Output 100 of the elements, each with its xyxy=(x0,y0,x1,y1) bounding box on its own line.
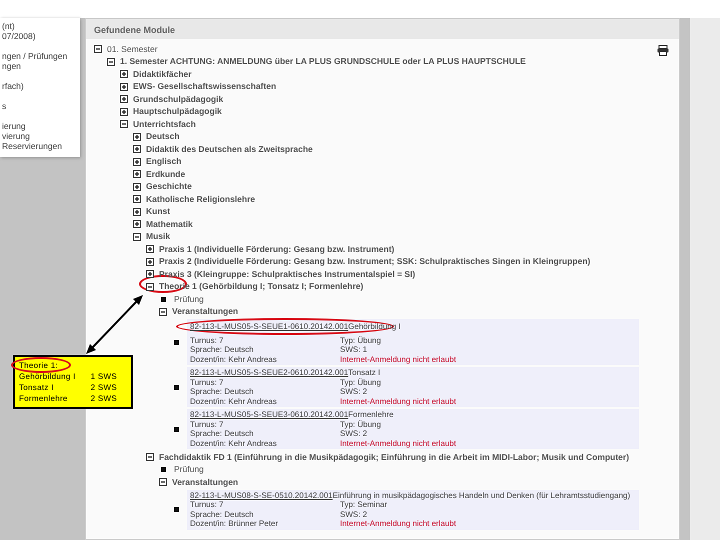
course-sprache: Sprache: Deutsch xyxy=(190,429,255,438)
sidebar-link[interactable]: rfach) xyxy=(2,81,80,91)
note-label: Tonsatz I xyxy=(19,382,54,393)
tree-node[interactable]: Veranstaltungen xyxy=(172,476,238,489)
collapse-icon[interactable] xyxy=(107,58,115,66)
tree-node[interactable]: Prüfung xyxy=(174,292,204,306)
sidebar-link[interactable]: (nt) xyxy=(2,21,80,31)
tree-node[interactable]: Hauptschulpädagogik xyxy=(133,105,222,118)
course-typ: Typ: Übung xyxy=(340,336,382,345)
course-turnus: Turnus: 7 xyxy=(190,420,224,429)
note-value: 2 SWS xyxy=(90,393,117,404)
collapse-icon[interactable] xyxy=(159,478,167,486)
collapse-icon[interactable] xyxy=(120,120,128,128)
course-status: Internet-Anmeldung nicht erlaubt xyxy=(340,438,458,448)
expand-icon[interactable] xyxy=(120,70,128,78)
course-status: Internet-Anmeldung nicht erlaubt xyxy=(340,519,458,528)
course-dozent: Dozent/in: Kehr Andreas xyxy=(190,438,278,448)
collapse-icon[interactable] xyxy=(159,308,167,316)
course-typ: Typ: Übung xyxy=(340,420,382,429)
expand-icon[interactable] xyxy=(146,258,154,266)
tree-node[interactable]: Praxis 1 (Individuelle Förderung: Gesang bzw. Instrument) xyxy=(159,242,394,256)
course-sws: SWS: 2 xyxy=(340,387,368,396)
tree-node[interactable]: Katholische Religionslehre xyxy=(146,192,256,206)
course-dozent: Dozent/in: Kehr Andreas xyxy=(190,396,278,406)
note-label: Gehörbildung I xyxy=(19,371,76,382)
note-label: Theorie 1: xyxy=(19,360,58,371)
tree-node[interactable]: Deutsch xyxy=(146,130,180,144)
course-status: Internet-Anmeldung nicht erlaubt xyxy=(340,396,458,406)
course-title: Tonsatz I xyxy=(348,368,380,378)
tree-node[interactable]: Fachdidaktik FD 1 (Einführung in die Musikpädagogik; Einführung in die Arbeit im MIDI-Labor; Musik und Computer) xyxy=(159,450,630,464)
expand-icon[interactable] xyxy=(120,82,128,91)
panel-title: Gefundene Module xyxy=(86,19,679,39)
sidebar-link[interactable]: s xyxy=(2,101,80,111)
sidebar-link[interactable]: ierung xyxy=(2,121,80,131)
collapse-icon[interactable] xyxy=(94,45,102,54)
course-sws: SWS: 1 xyxy=(340,345,368,354)
tree-node[interactable]: Prüfung xyxy=(174,463,204,476)
course-turnus: Turnus: 7 xyxy=(190,336,224,345)
course-sws: SWS: 2 xyxy=(340,429,368,438)
tree-node[interactable]: Kunst xyxy=(146,205,170,218)
expand-icon[interactable] xyxy=(133,195,141,204)
tree-node[interactable]: Veranstaltungen xyxy=(172,305,238,318)
course-sws: SWS: 2 xyxy=(340,510,368,519)
expand-icon[interactable] xyxy=(133,182,141,191)
tree-node[interactable]: Musik xyxy=(146,230,170,244)
bullet-icon xyxy=(174,340,179,344)
bullet-icon xyxy=(174,507,179,512)
tree-node[interactable]: Englisch xyxy=(146,155,182,168)
course-status: Internet-Anmeldung nicht erlaubt xyxy=(340,354,458,364)
tree-node[interactable]: Geschichte xyxy=(146,180,192,194)
tree-node[interactable]: 01. Semester xyxy=(107,42,158,56)
collapse-icon[interactable] xyxy=(133,232,141,241)
tree-node[interactable]: Erdkunde xyxy=(146,168,186,181)
course-dozent: Dozent/in: Brünner Peter xyxy=(190,519,280,528)
expand-icon[interactable] xyxy=(133,220,141,228)
course-link[interactable]: 82-113-L-MUS08-S-SE-0510.20142.001 xyxy=(190,490,333,500)
course-link[interactable]: 82-113-L-MUS05-S-SEUE3-0610.20142.001 xyxy=(190,410,348,420)
sidebar-link[interactable]: ngen xyxy=(2,61,80,71)
tree-node[interactable]: Didaktikfächer xyxy=(133,68,192,81)
course-turnus: Turnus: 7 xyxy=(190,378,224,387)
tree-node[interactable]: 1. Semester ACHTUNG: ANMELDUNG über LA PLUS GRUNDSCHULE oder LA PLUS HAUPTSCHULE xyxy=(120,55,526,68)
bullet-icon xyxy=(161,296,166,302)
sidebar-link[interactable]: vierung xyxy=(2,131,80,141)
sidebar-link[interactable]: Reservierungen xyxy=(2,141,80,151)
course-typ: Typ: Seminar xyxy=(340,500,388,510)
printer-icon[interactable] xyxy=(657,45,669,56)
expand-icon[interactable] xyxy=(146,245,154,254)
tree-node[interactable]: EWS- Gesellschaftswissenschaften xyxy=(133,80,276,94)
course-title: Formenlehre xyxy=(348,410,394,420)
course-sprache: Sprache: Deutsch xyxy=(190,345,255,354)
expand-icon[interactable] xyxy=(146,270,154,278)
course-typ: Typ: Übung xyxy=(340,378,382,387)
expand-icon[interactable] xyxy=(133,158,141,166)
expand-icon[interactable] xyxy=(133,208,141,216)
tree-node[interactable]: Mathematik xyxy=(146,218,193,231)
tree-node[interactable]: Unterrichtsfach xyxy=(133,118,196,131)
expand-icon[interactable] xyxy=(133,145,141,154)
course-dozent: Dozent/in: Kehr Andreas xyxy=(190,354,278,364)
note-label: Formenlehre xyxy=(19,393,68,404)
sidebar-link[interactable]: ngen / Prüfungen xyxy=(2,51,80,61)
collapse-icon[interactable] xyxy=(146,282,154,291)
course-turnus: Turnus: 7 xyxy=(190,500,224,510)
course-link[interactable]: 82-113-L-MUS05-S-SEUE2-0610.20142.001 xyxy=(190,368,348,378)
note-value: 1 SWS xyxy=(90,371,117,382)
course-title: Einführung in musikpädagogisches Handeln und Denken (für Lehramtsstudiengang) xyxy=(332,490,630,500)
expand-icon[interactable] xyxy=(133,170,141,178)
collapse-icon[interactable] xyxy=(146,453,154,462)
bullet-icon xyxy=(174,426,179,432)
bullet-icon xyxy=(174,384,179,390)
tree-node[interactable]: Didaktik des Deutschen als Zweitsprache xyxy=(146,142,313,156)
expand-icon[interactable] xyxy=(120,108,128,116)
course-link[interactable]: 82-113-L-MUS05-S-SEUE1-0610.20142.001 xyxy=(190,322,348,332)
note-value: 2 SWS xyxy=(90,382,117,393)
sidebar-link[interactable]: 07/2008) xyxy=(2,31,80,41)
expand-icon[interactable] xyxy=(133,132,141,141)
tree-node[interactable]: Praxis 2 (Individuelle Förderung: Gesang bzw. Instrument; SSK: Schulpraktisches Singen in Kleingruppen) xyxy=(159,255,590,268)
bullet-icon xyxy=(161,467,166,472)
tree-node[interactable]: Grundschulpädagogik xyxy=(133,92,224,106)
course-sprache: Sprache: Deutsch xyxy=(190,387,255,396)
expand-icon[interactable] xyxy=(120,95,128,104)
